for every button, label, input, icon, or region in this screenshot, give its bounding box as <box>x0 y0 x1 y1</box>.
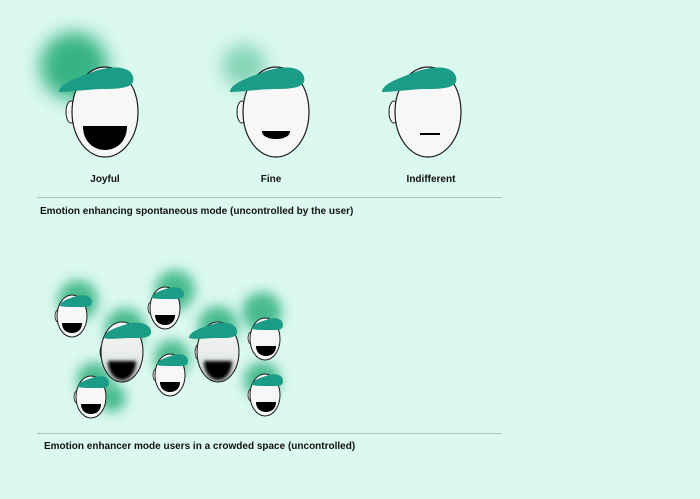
mouth-flat <box>420 133 440 135</box>
face-label-joyful: Joyful <box>90 174 120 185</box>
face-label-fine: Fine <box>260 174 282 185</box>
face-fine <box>222 44 310 158</box>
caption-crowded-space: Emotion enhancer mode users in a crowded… <box>44 441 356 452</box>
divider-top <box>37 197 502 198</box>
crowd-face-2 <box>147 286 184 330</box>
caption-spontaneous-mode: Emotion enhancing spontaneous mode (unco… <box>40 206 354 217</box>
top-faces-group <box>40 32 462 158</box>
emotion-diagram <box>40 32 462 419</box>
crowd-face-3-smeared <box>99 321 152 383</box>
divider-bottom <box>37 433 502 434</box>
face-label-indifferent: Indifferent <box>406 174 456 185</box>
face-joyful <box>40 32 139 158</box>
face-indifferent <box>382 66 462 158</box>
crowd-face-4-smeared <box>189 321 240 383</box>
